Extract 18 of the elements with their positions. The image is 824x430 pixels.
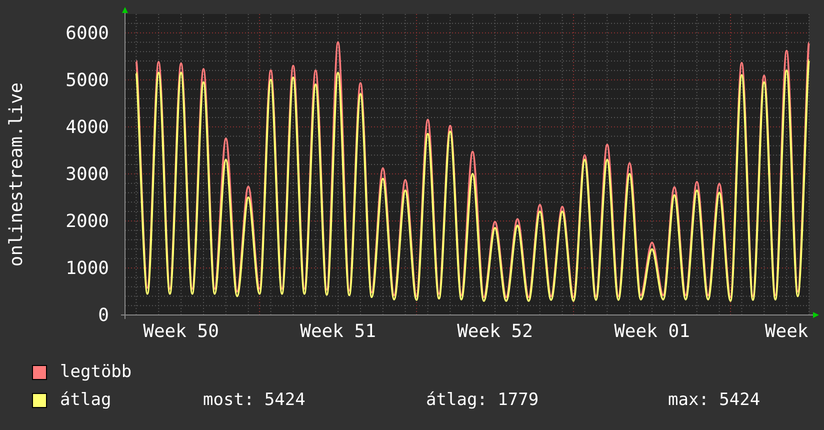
legend-stat: most: 5424 bbox=[203, 390, 306, 410]
axis-tick-label: 2000 bbox=[66, 210, 109, 232]
legend-label: legtöbb bbox=[60, 362, 133, 382]
axis-tick-label: Week 01 bbox=[614, 321, 690, 342]
axis-tick-label: 3000 bbox=[66, 164, 109, 185]
axis-tick-label: 4000 bbox=[66, 116, 109, 138]
axis-tick-label: 5000 bbox=[66, 70, 109, 91]
axis-tick-label: 1000 bbox=[66, 258, 109, 279]
axis-tick-label: Week 50 bbox=[143, 321, 219, 342]
axis-tick-label: Week 52 bbox=[457, 321, 533, 342]
axis-tick-label: Week bbox=[764, 321, 808, 342]
axis-tick-label: 6000 bbox=[66, 22, 109, 44]
legend-stat: átlag: 1779 bbox=[426, 390, 540, 410]
axis-title: onlinestream.live bbox=[6, 82, 27, 267]
axis-tick-label: Week 51 bbox=[300, 321, 376, 342]
legend-stat: max: 5424 bbox=[668, 390, 760, 410]
legend-label: átlag bbox=[60, 390, 112, 410]
axis-tick-label: 0 bbox=[98, 305, 109, 326]
